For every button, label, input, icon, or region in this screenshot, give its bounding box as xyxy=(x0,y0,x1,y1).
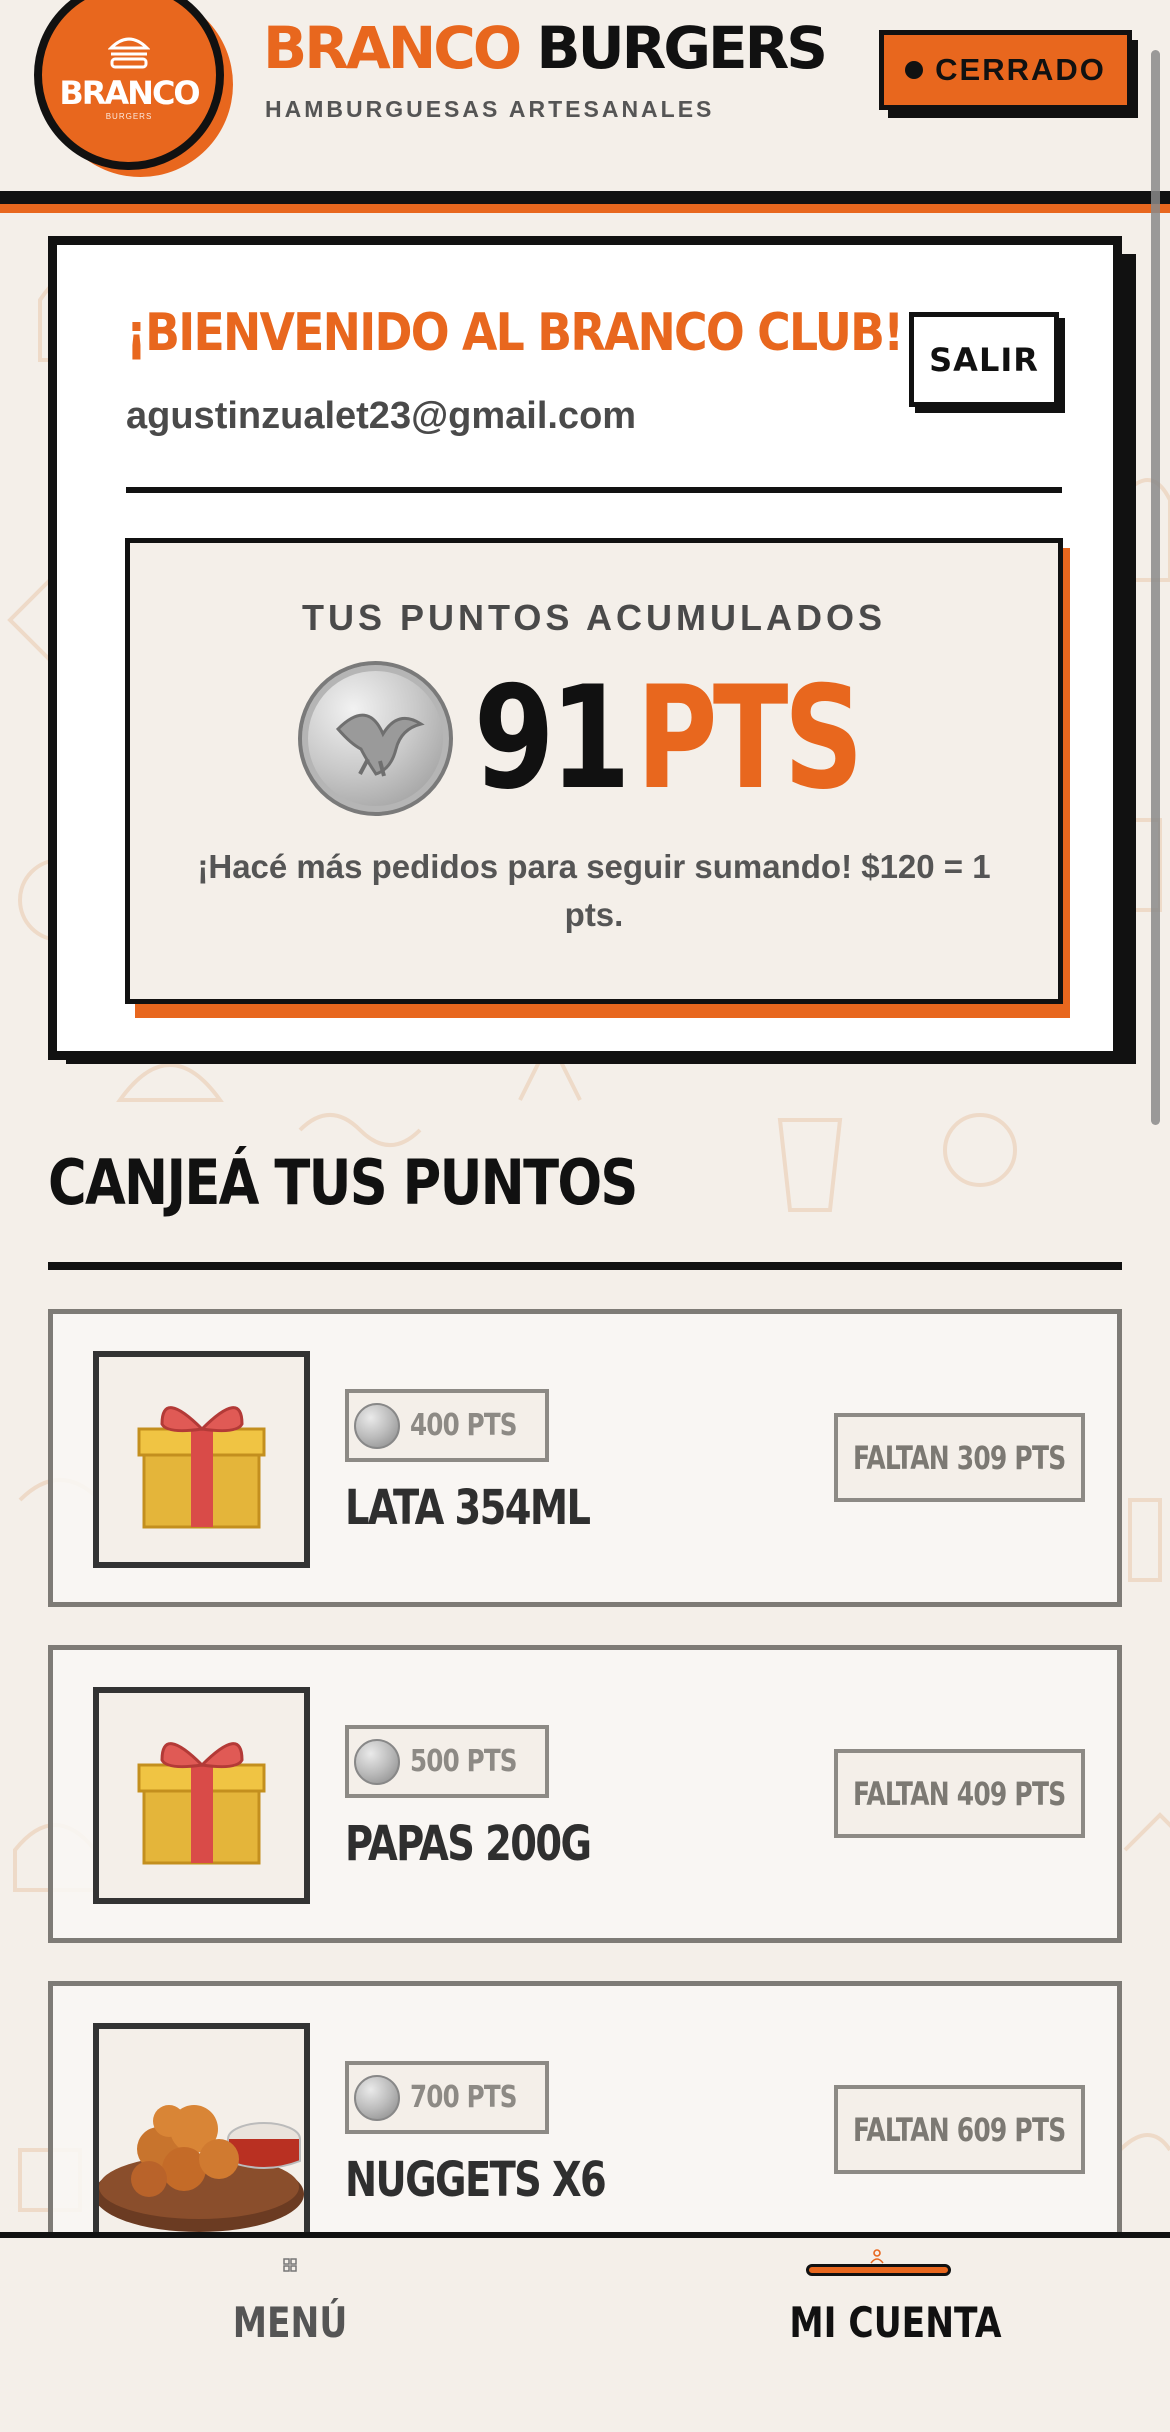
club-card: ¡BIENVENIDO AL BRANCO CLUB! agustinzuale… xyxy=(48,236,1122,1060)
active-tab-indicator xyxy=(806,2264,951,2276)
grid-icon xyxy=(283,2258,297,2272)
points-unit: PTS xyxy=(636,655,863,821)
reward-missing-points-button[interactable]: FALTAN 409 PTS xyxy=(834,1749,1085,1838)
eagle-icon xyxy=(336,713,425,777)
reward-cost-badge: 700 PTS xyxy=(345,2061,549,2134)
reward-missing-points: FALTAN 409 PTS xyxy=(853,1774,1066,1813)
status-dot-icon xyxy=(905,61,924,79)
reward-cost-badge: 500 PTS xyxy=(345,1725,549,1798)
reward-card: 500 PTS PAPAS 200G FALTAN 409 PTS xyxy=(48,1645,1122,1943)
brand-name-first: BRANCO xyxy=(263,14,522,82)
reward-name: NUGGETS X6 xyxy=(345,2152,607,2208)
coin-icon xyxy=(298,660,454,816)
reward-name: PAPAS 200G xyxy=(345,1816,592,1872)
nav-item-account[interactable]: MI CUENTA xyxy=(770,2248,1002,2358)
brand-tagline: HAMBURGUESAS ARTESANALES xyxy=(265,96,715,122)
logout-button[interactable]: SALIR xyxy=(909,312,1059,407)
coin-icon xyxy=(353,1402,400,1449)
nav-item-account-label: MI CUENTA xyxy=(789,2298,1002,2347)
header-accent-divider xyxy=(0,204,1170,213)
store-status-label: CERRADO xyxy=(935,52,1106,87)
club-divider xyxy=(126,487,1062,493)
coin-icon xyxy=(353,1738,400,1785)
app-header: BRANCO BURGERS BRANCO BURGERS HAMBURGUES… xyxy=(0,0,1170,192)
points-box: TUS PUNTOS ACUMULADOS 91 PTS ¡Hacé más p… xyxy=(125,538,1063,1004)
user-icon xyxy=(870,2249,884,2264)
store-status-button[interactable]: CERRADO xyxy=(879,30,1132,110)
reward-image xyxy=(93,2023,310,2240)
reward-image xyxy=(93,1351,310,1568)
logo-subtext: BURGERS xyxy=(105,112,153,121)
brand-name: BRANCO BURGERS xyxy=(263,14,828,82)
burger-icon xyxy=(108,37,150,69)
points-note: ¡Hacé más pedidos para seguir sumando! $… xyxy=(197,848,991,933)
reward-missing-points-button[interactable]: FALTAN 609 PTS xyxy=(834,2085,1085,2174)
welcome-heading: ¡BIENVENIDO AL BRANCO CLUB! xyxy=(126,303,904,363)
nav-item-menu[interactable]: MENÚ xyxy=(190,2256,390,2366)
coin-icon xyxy=(353,2074,400,2121)
logo-text: BRANCO xyxy=(59,74,200,112)
reward-missing-points: FALTAN 309 PTS xyxy=(853,1438,1066,1477)
bottom-navigation: MENÚ MI CUENTA xyxy=(0,2232,1170,2432)
points-title: TUS PUNTOS ACUMULADOS xyxy=(301,597,886,638)
redeem-divider xyxy=(48,1262,1122,1270)
reward-card: 400 PTS LATA 354ML FALTAN 309 PTS xyxy=(48,1309,1122,1607)
points-display: 91 PTS xyxy=(130,655,1058,821)
reward-name: LATA 354ML xyxy=(345,1480,591,1536)
reward-missing-points-button[interactable]: FALTAN 309 PTS xyxy=(834,1413,1085,1502)
redeem-section-title: CANJEÁ TUS PUNTOS xyxy=(48,1146,638,1219)
reward-cost: 700 PTS xyxy=(409,2080,518,2115)
reward-cost-badge: 400 PTS xyxy=(345,1389,549,1462)
brand-name-second: BURGERS xyxy=(536,14,828,82)
gift-icon xyxy=(137,1742,266,1865)
reward-cost: 400 PTS xyxy=(409,1408,518,1443)
reward-image xyxy=(93,1687,310,1904)
points-value: 91 xyxy=(473,655,631,821)
reward-cost: 500 PTS xyxy=(409,1744,518,1779)
gift-icon xyxy=(137,1406,266,1529)
header-divider xyxy=(0,191,1170,204)
reward-missing-points: FALTAN 609 PTS xyxy=(853,2110,1066,2149)
brand-logo[interactable]: BRANCO BURGERS xyxy=(34,0,239,177)
user-email: agustinzualet23@gmail.com xyxy=(126,395,637,437)
nuggets-image xyxy=(99,2105,304,2232)
vertical-scrollbar[interactable] xyxy=(1151,50,1160,1125)
nav-item-menu-label: MENÚ xyxy=(232,2298,348,2347)
